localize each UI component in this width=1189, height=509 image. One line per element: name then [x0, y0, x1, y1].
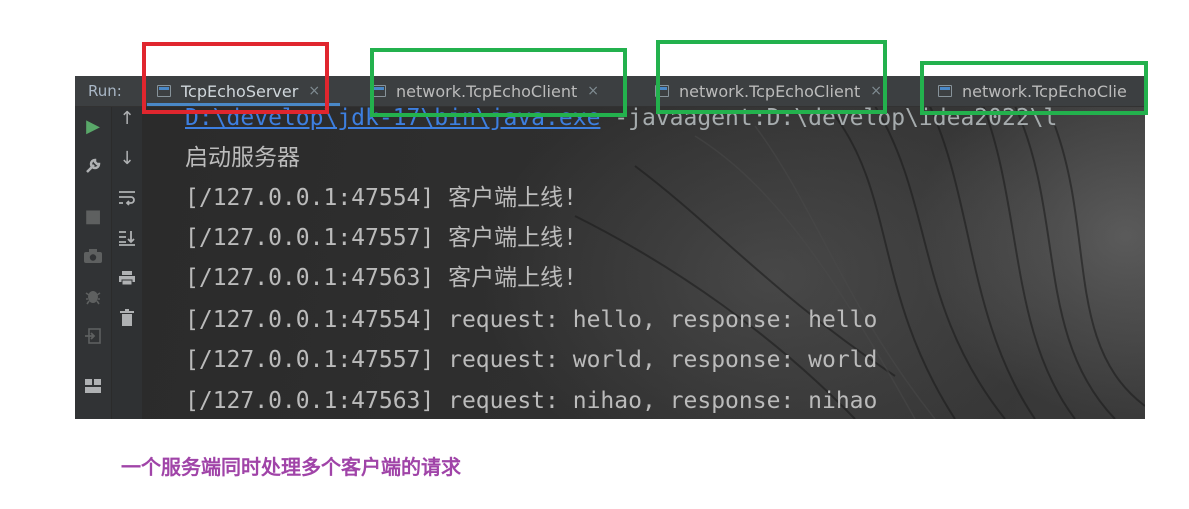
console-line: [/127.0.0.1:47554] request: hello, respo…	[185, 307, 878, 333]
up-arrow-icon[interactable]: ↑	[112, 103, 142, 133]
console-command-line: D:\develop\jdk-17\bin\java.exe -javaagen…	[185, 98, 1057, 138]
run-icon[interactable]: ▶	[75, 111, 111, 141]
layout-icon[interactable]	[75, 371, 111, 401]
run-tool-window: Run: TcpEchoServer × network.TcpEchoClie…	[75, 76, 1145, 419]
close-icon[interactable]: ×	[870, 83, 882, 99]
console-line: [/127.0.0.1:47557] request: world, respo…	[185, 347, 878, 373]
down-arrow-icon[interactable]: ↓	[112, 143, 142, 173]
exit-icon[interactable]	[75, 321, 111, 351]
camera-icon[interactable]	[75, 241, 111, 271]
debug-icon[interactable]	[75, 281, 111, 311]
run-label: Run:	[88, 82, 122, 100]
trash-icon[interactable]	[112, 303, 142, 333]
close-icon[interactable]: ×	[587, 83, 599, 99]
console-line: [/127.0.0.1:47557] 客户端上线!	[185, 225, 577, 251]
console-icon	[157, 85, 171, 97]
print-icon[interactable]	[112, 263, 142, 293]
console-icon	[372, 85, 386, 97]
console-line: [/127.0.0.1:47563] 客户端上线!	[185, 265, 577, 291]
console-icon	[938, 85, 952, 97]
wrench-icon[interactable]	[75, 151, 111, 181]
close-icon[interactable]: ×	[308, 83, 320, 99]
console-line: 启动服务器	[185, 145, 300, 171]
command-args: -javaagent:D:\develop\idea2022\l	[600, 105, 1058, 131]
java-exe-link[interactable]: D:\develop\jdk-17\bin\java.exe	[185, 105, 600, 131]
run-actions-toolbar: ▶ ■	[75, 107, 112, 419]
console-icon	[655, 85, 669, 97]
console-line: [/127.0.0.1:47563] request: nihao, respo…	[185, 388, 878, 414]
scroll-to-end-icon[interactable]	[112, 223, 142, 253]
console-toolbar: ↑ ↓	[112, 107, 142, 419]
console-line: [/127.0.0.1:47554] 客户端上线!	[185, 185, 577, 211]
console-output: D:\develop\jdk-17\bin\java.exe -javaagen…	[185, 98, 1145, 419]
stop-icon[interactable]: ■	[75, 201, 111, 231]
figure-caption: 一个服务端同时处理多个客户端的请求	[121, 455, 461, 479]
soft-wrap-icon[interactable]	[112, 183, 142, 213]
